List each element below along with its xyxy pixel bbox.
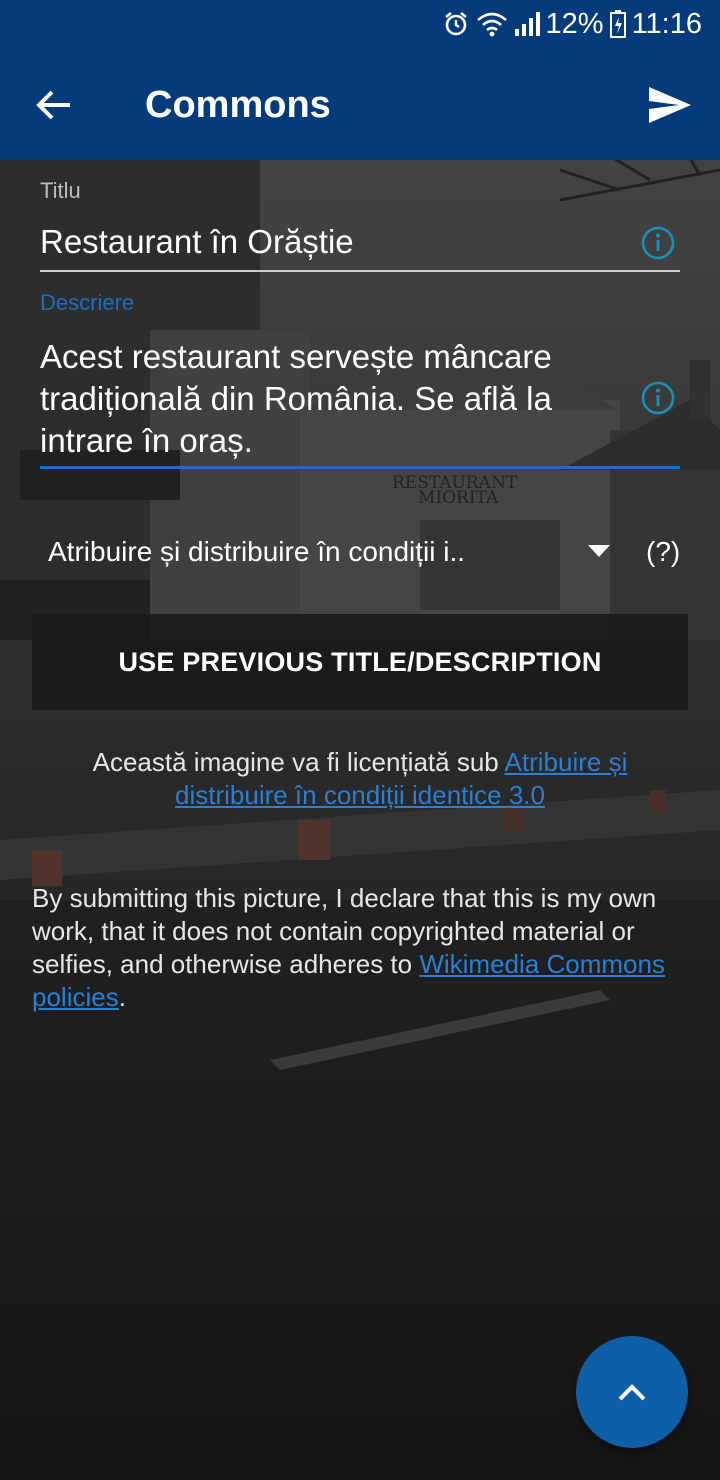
app-toolbar: Commons bbox=[0, 50, 720, 160]
description-info-icon[interactable] bbox=[640, 380, 676, 416]
title-label: Titlu bbox=[40, 178, 81, 203]
license-help-link[interactable]: (?) bbox=[646, 536, 680, 568]
description-label: Descriere bbox=[40, 290, 135, 315]
title-input[interactable]: Restaurant în Orăștie bbox=[40, 220, 600, 264]
title-info-icon[interactable] bbox=[640, 225, 676, 261]
page-title: Commons bbox=[145, 84, 331, 126]
title-underline bbox=[40, 270, 680, 272]
license-dropdown[interactable]: Atribuire și distribuire în condiții i.. bbox=[48, 530, 618, 574]
battery-percent: 12% bbox=[545, 7, 604, 40]
scroll-up-fab[interactable] bbox=[576, 1336, 688, 1448]
alarm-icon bbox=[442, 10, 470, 38]
battery-icon bbox=[609, 10, 626, 38]
declaration-text: By submitting this picture, I declare th… bbox=[32, 882, 672, 1014]
arrow-back-icon bbox=[36, 90, 70, 120]
declaration-suffix: . bbox=[118, 982, 126, 1012]
description-input[interactable]: Acest restaurant servește mâncare tradiț… bbox=[40, 336, 620, 462]
use-previous-button[interactable]: USE PREVIOUS TITLE/DESCRIPTION bbox=[32, 614, 688, 710]
description-underline bbox=[40, 466, 680, 469]
status-bar: 12% 11:16 bbox=[0, 0, 720, 50]
license-note-text: Această imagine va fi licențiată sub bbox=[92, 747, 505, 777]
status-time: 11:16 bbox=[631, 7, 702, 40]
license-note: Această imagine va fi licențiată sub Atr… bbox=[40, 746, 680, 812]
signal-icon bbox=[514, 11, 540, 37]
dropdown-arrow-icon bbox=[588, 545, 610, 557]
wifi-icon bbox=[476, 10, 508, 38]
upload-form: Titlu Restaurant în Orăștie Descriere Ac… bbox=[0, 160, 720, 1480]
back-button[interactable] bbox=[24, 77, 84, 133]
license-selected-value: Atribuire și distribuire în condiții i.. bbox=[48, 536, 466, 567]
chevron-up-icon bbox=[618, 1384, 646, 1401]
send-icon bbox=[649, 87, 691, 123]
submit-button[interactable] bbox=[640, 75, 700, 135]
